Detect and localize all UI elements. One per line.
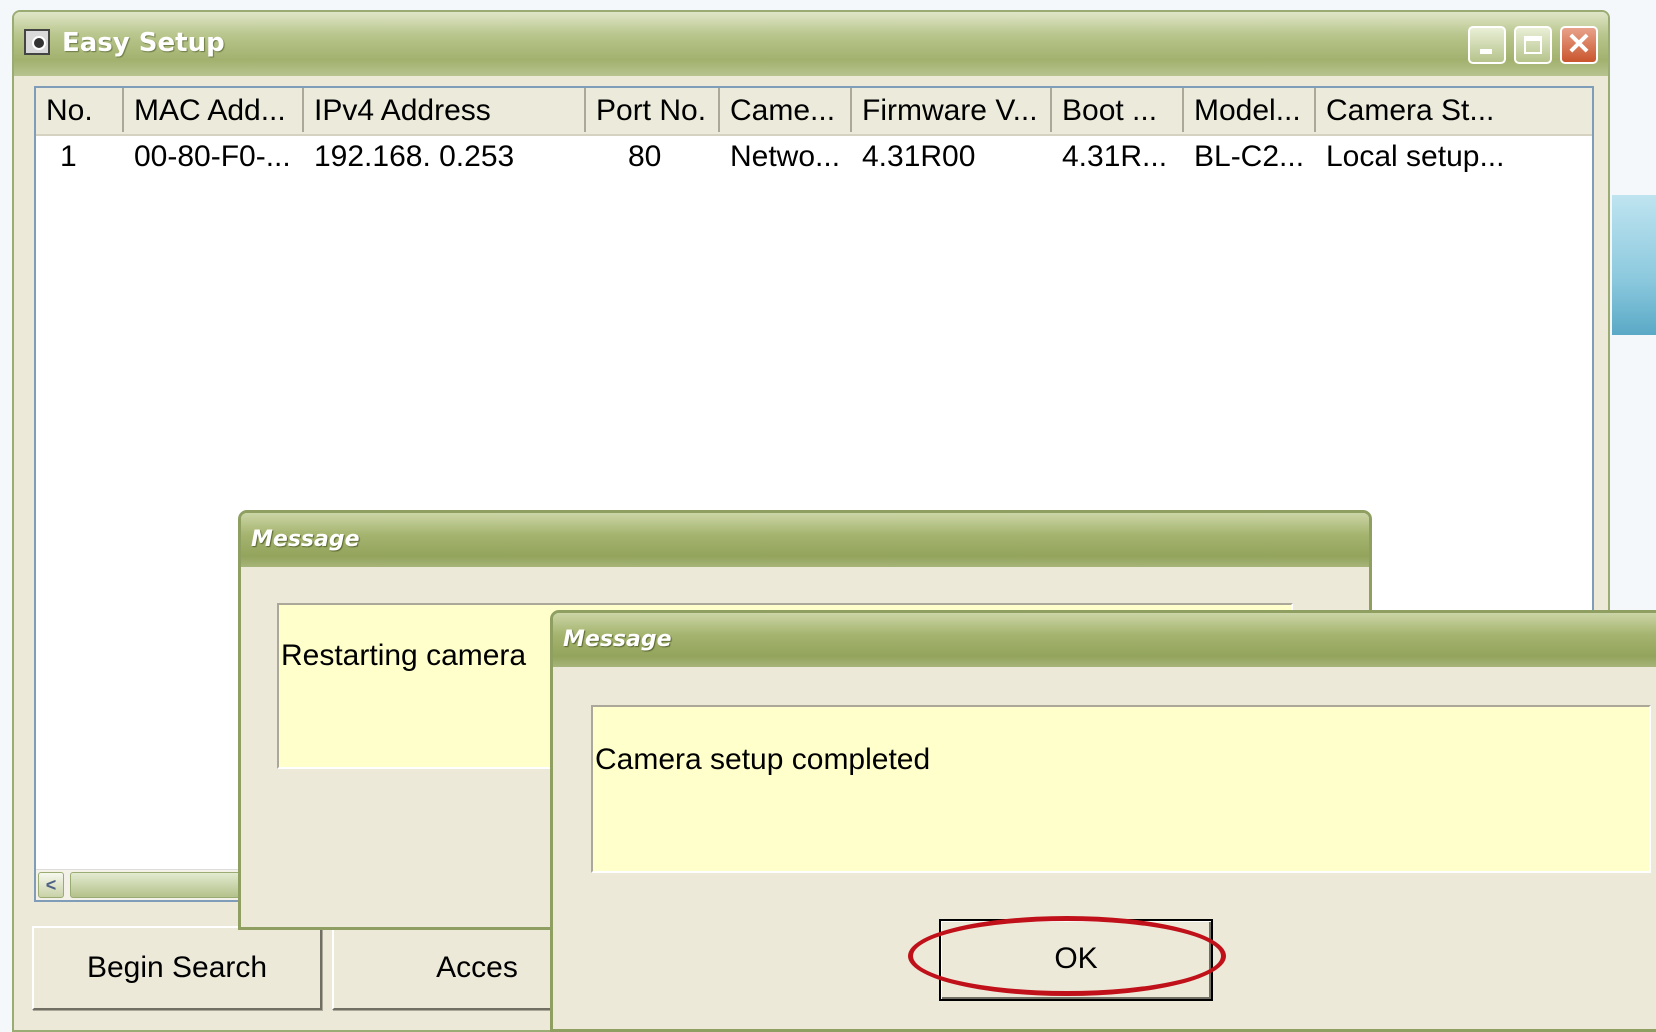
list-header: No. MAC Add... IPv4 Address Port No. Cam… <box>36 88 1592 136</box>
cell-mac: 00-80-F0-... <box>134 140 291 173</box>
dialog-title: Message <box>251 527 360 552</box>
minimize-button[interactable] <box>1468 26 1506 64</box>
complete-message-dialog: Message Camera setup completed OK <box>550 610 1656 1032</box>
column-header-camera[interactable]: Came... <box>720 88 852 132</box>
dialog-titlebar[interactable]: Message <box>241 513 1369 567</box>
minimize-icon <box>1480 49 1492 54</box>
cell-ipv4: 192.168. 0.253 <box>314 140 515 173</box>
cell-port: 80 <box>628 140 662 173</box>
cell-no: 1 <box>60 140 77 173</box>
dialog-title: Message <box>563 627 672 652</box>
background-desktop-strip <box>1612 195 1656 335</box>
message-text: Camera setup completed <box>591 705 1651 873</box>
cell-model: BL-C2... <box>1194 140 1305 173</box>
column-header-model[interactable]: Model... <box>1184 88 1316 132</box>
column-header-status[interactable]: Camera St... <box>1316 88 1596 132</box>
camera-icon <box>24 29 50 55</box>
close-icon: ✕ <box>1566 28 1592 61</box>
dialog-titlebar[interactable]: Message <box>553 613 1656 667</box>
begin-search-button[interactable]: Begin Search <box>32 926 322 1010</box>
cell-firmware: 4.31R00 <box>862 140 976 173</box>
cell-camera: Netwo... <box>730 140 841 173</box>
scroll-thumb[interactable] <box>70 872 250 898</box>
maximize-icon <box>1524 36 1542 54</box>
cell-status: Local setup... <box>1326 140 1505 173</box>
column-header-firmware[interactable]: Firmware V... <box>852 88 1052 132</box>
maximize-button[interactable] <box>1514 26 1552 64</box>
chevron-left-icon[interactable]: < <box>38 872 64 898</box>
column-header-no[interactable]: No. <box>36 88 124 132</box>
window-title: Easy Setup <box>62 28 225 58</box>
column-header-ipv4[interactable]: IPv4 Address <box>304 88 586 132</box>
column-header-port[interactable]: Port No. <box>586 88 720 132</box>
close-button[interactable]: ✕ <box>1560 26 1598 64</box>
table-row[interactable]: 1 00-80-F0-... 192.168. 0.253 80 Netwo..… <box>36 134 1592 178</box>
ok-button[interactable]: OK <box>939 919 1213 1001</box>
column-header-boot[interactable]: Boot ... <box>1052 88 1184 132</box>
column-header-mac[interactable]: MAC Add... <box>124 88 304 132</box>
window-titlebar[interactable]: Easy Setup ✕ <box>14 12 1608 76</box>
cell-boot: 4.31R... <box>1062 140 1168 173</box>
